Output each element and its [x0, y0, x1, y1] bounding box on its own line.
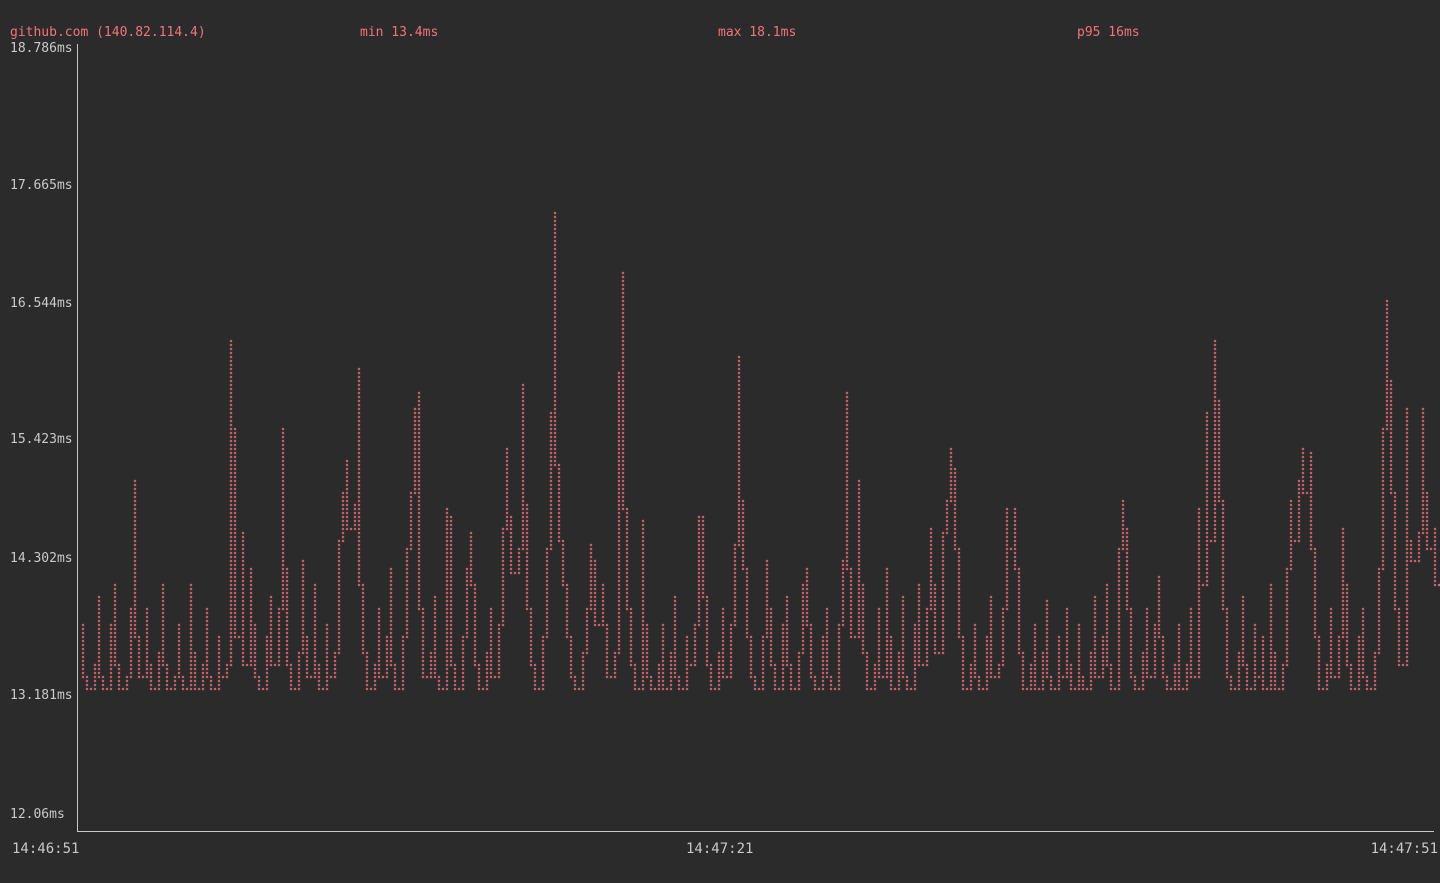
stat-min-label: min 13.4ms — [360, 26, 438, 40]
target-host-label: github.com (140.82.114.4) — [10, 26, 206, 40]
y-axis-tick-label: 13.181ms — [10, 689, 73, 703]
x-axis-tick-label: 14:47:21 — [686, 842, 753, 857]
stat-p95-label: p95 16ms — [1077, 26, 1140, 40]
x-axis-tick-label: 14:46:51 — [12, 842, 79, 857]
y-axis-tick-label: 15.423ms — [10, 433, 73, 447]
stat-max-label: max 18.1ms — [718, 26, 796, 40]
y-axis-tick-label: 18.786ms — [10, 42, 73, 56]
latency-chart-canvas — [0, 0, 1440, 883]
x-axis-tick-label: 14:47:51 — [1371, 842, 1438, 857]
y-axis-tick-label: 14.302ms — [10, 552, 73, 566]
y-axis-tick-label: 16.544ms — [10, 297, 73, 311]
y-axis-tick-label: 17.665ms — [10, 179, 73, 193]
y-axis-tick-label: 12.06ms — [10, 808, 65, 822]
gping-terminal-screen: github.com (140.82.114.4) min 13.4ms max… — [0, 0, 1440, 883]
